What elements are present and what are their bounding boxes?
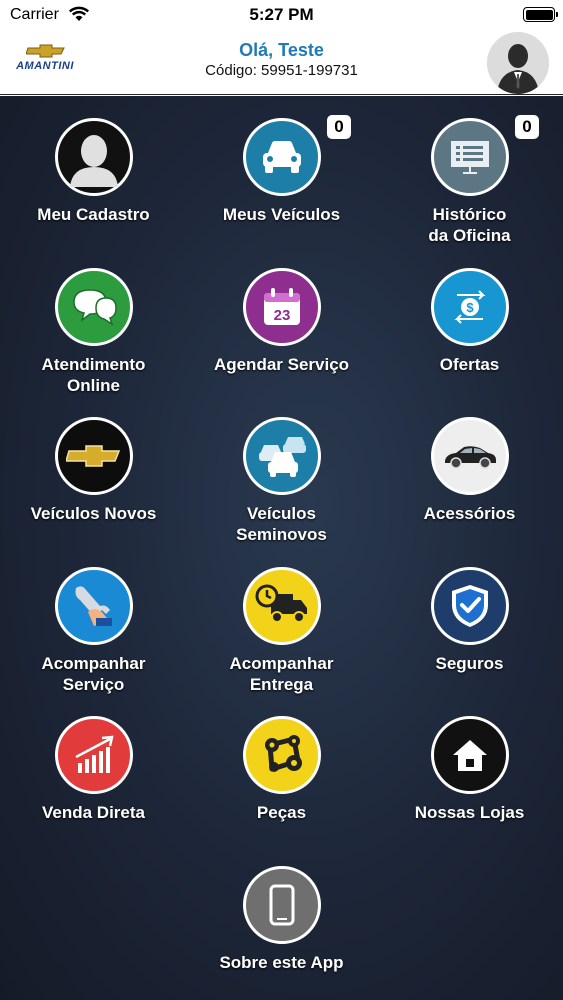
app-header: AMANTINI Olá, Teste Código: 59951-199731 <box>0 30 563 95</box>
menu-acessorios[interactable]: Acessórios <box>376 417 563 524</box>
menu-nossas-lojas[interactable]: Nossas Lojas <box>376 716 563 823</box>
menu-acompanhar-servico[interactable]: Acompanhar Serviço <box>0 567 187 695</box>
menu-label: Atendimento Online <box>41 355 146 395</box>
customer-code: Código: 59951-199731 <box>0 62 563 79</box>
calendar-icon: 23 <box>242 268 321 346</box>
mechanic-wrench-icon <box>54 567 133 645</box>
menu-acompanhar-entrega[interactable]: Acompanhar Entrega <box>188 567 375 695</box>
presentation-board-icon <box>430 118 509 196</box>
money-exchange-icon: $ <box>430 268 509 346</box>
menu-label: Acompanhar Entrega <box>229 654 334 694</box>
timing-belt-icon <box>242 716 321 794</box>
menu-meu-cadastro[interactable]: Meu Cadastro <box>0 118 187 225</box>
history-count-badge: 0 <box>515 115 539 139</box>
menu-label: Venda Direta <box>42 803 145 822</box>
growth-chart-icon <box>54 716 133 794</box>
user-avatar-icon <box>487 32 549 94</box>
code-label: Código: <box>205 62 257 79</box>
menu-pecas[interactable]: Peças <box>188 716 375 823</box>
menu-label: Acessórios <box>423 504 516 523</box>
status-bar: Carrier 5:27 PM <box>0 0 563 30</box>
smartphone-icon <box>242 866 321 944</box>
menu-seguros[interactable]: Seguros <box>376 567 563 674</box>
menu-ofertas[interactable]: $ Ofertas <box>376 268 563 375</box>
clock: 5:27 PM <box>249 5 314 24</box>
menu-label: Seguros <box>435 654 504 673</box>
menu-label: Sobre este App <box>219 953 344 972</box>
sports-car-icon <box>430 417 509 495</box>
menu-veiculos-seminovos[interactable]: Veículos Seminovos <box>188 417 375 545</box>
menu-meus-veiculos[interactable]: 0 Meus Veículos <box>188 115 375 225</box>
main-menu-grid: Meu Cadastro 0 Meus Veículos 0 Histórico… <box>0 96 563 1000</box>
home-icon <box>430 716 509 794</box>
svg-text:$: $ <box>466 300 474 315</box>
menu-sobre-app[interactable]: Sobre este App <box>188 866 375 973</box>
menu-veiculos-novos[interactable]: Veículos Novos <box>0 417 187 524</box>
shield-check-icon <box>430 567 509 645</box>
calendar-day: 23 <box>273 307 290 324</box>
menu-historico-oficina[interactable]: 0 Histórico da Oficina <box>376 115 563 246</box>
menu-atendimento-online[interactable]: Atendimento Online <box>0 268 187 396</box>
vehicles-count-badge: 0 <box>327 115 351 139</box>
delivery-truck-clock-icon <box>242 567 321 645</box>
menu-label: Meus Veículos <box>222 205 341 224</box>
menu-agendar-servico[interactable]: 23 Agendar Serviço <box>188 268 375 375</box>
menu-label: Ofertas <box>439 355 500 374</box>
menu-label: Meu Cadastro <box>37 205 150 224</box>
chevrolet-logo-icon <box>54 417 133 495</box>
chat-bubbles-icon <box>54 268 133 346</box>
cars-icon <box>242 417 321 495</box>
menu-label: Veículos Seminovos <box>236 504 327 544</box>
menu-label: Peças <box>256 803 307 822</box>
menu-label: Histórico da Oficina <box>428 205 511 245</box>
menu-label: Acompanhar Serviço <box>41 654 146 694</box>
menu-label: Nossas Lojas <box>414 803 525 822</box>
avatar[interactable] <box>487 32 549 94</box>
menu-label: Agendar Serviço <box>213 355 350 374</box>
battery-icon <box>523 7 558 22</box>
code-value: 59951-199731 <box>261 62 358 79</box>
car-front-icon <box>242 118 321 196</box>
menu-venda-direta[interactable]: Venda Direta <box>0 716 187 823</box>
greeting-title: Olá, Teste <box>239 40 324 60</box>
menu-label: Veículos Novos <box>30 504 157 523</box>
profile-icon <box>54 118 133 196</box>
